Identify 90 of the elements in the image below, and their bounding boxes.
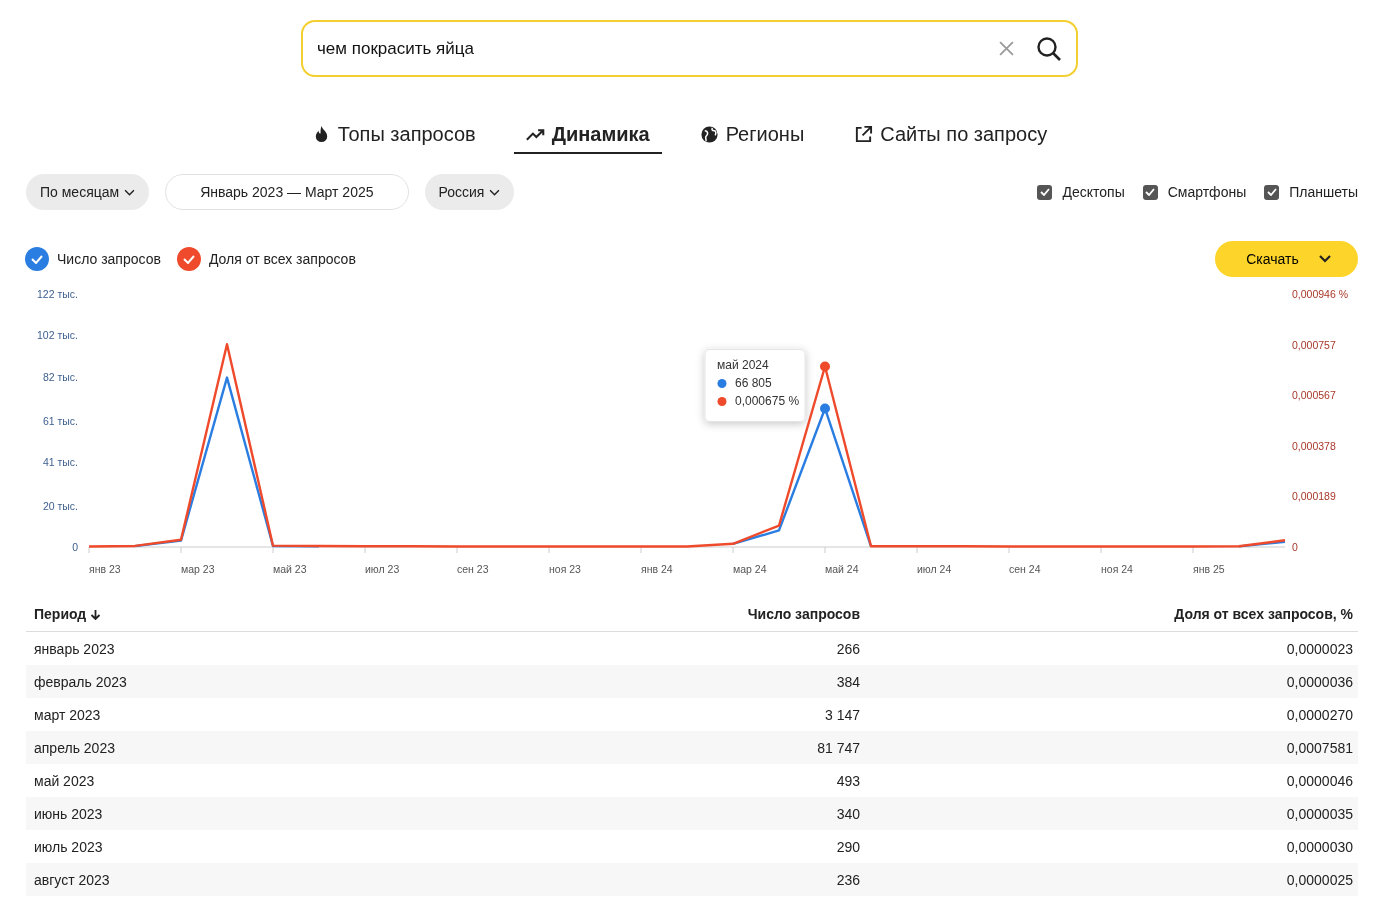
table-cell: 0,0007581 [865,731,1358,764]
x-axis-label: янв 25 [1193,563,1225,575]
x-axis-label: сен 23 [457,563,489,575]
x-axis-label: янв 23 [89,563,121,575]
x-axis-label: мар 23 [181,563,215,575]
y-axis-label: 61 тыс. [42,414,78,427]
x-axis-label: ноя 24 [1101,563,1133,575]
y-axis-label: 0,000757 [1292,338,1336,351]
table-cell: 384 [567,665,865,698]
external-link-icon [854,125,874,144]
y-axis-label: 0 [1292,541,1298,553]
table-cell: март 2023 [26,698,567,731]
search-bar[interactable]: чем покрасить яйца [301,20,1078,77]
x-axis-label: май 23 [273,563,307,575]
table-cell: 340 [567,797,865,830]
dropdown[interactable]: Россия [424,174,515,210]
table-cell: июль 2023 [26,830,567,863]
y-axis-label: 20 тыс. [42,499,78,512]
hover-marker [820,403,830,414]
tab[interactable]: Регионы [687,119,817,154]
checkbox[interactable] [1264,184,1280,200]
column-header[interactable]: Число запросов [567,597,865,632]
y-axis-label: 0,000378 [1292,439,1336,452]
check-icon [31,254,43,264]
table-cell: апрель 2023 [26,731,567,764]
table-cell: 0,0000046 [865,764,1358,797]
search-icon[interactable] [1036,35,1062,62]
y-axis-label: 122 тыс. [37,288,78,300]
chevron-down-icon [489,188,501,196]
x-axis-label: май 24 [825,563,859,575]
chevron-down-icon [1318,255,1331,263]
table-cell: 81 747 [567,731,865,764]
hover-marker [820,361,830,372]
y-axis-label: 0,000946 % [1292,288,1349,300]
clear-icon[interactable] [999,41,1014,56]
sort-down-icon[interactable] [90,608,102,620]
table-cell: 0,0000025 [865,863,1358,896]
y-axis-label: 0,000567 [1292,389,1336,402]
table-cell: 0,0000023 [865,631,1358,665]
y-axis-label: 0 [72,541,78,553]
tab[interactable]: Сайты по запросу [842,119,1060,154]
checkbox-label: Смартфоны [1167,184,1247,200]
y-axis-label: 0,000189 [1292,490,1336,503]
column-header[interactable]: Доля от всех запросов, % [865,597,1358,632]
x-axis-label: июл 24 [917,563,952,575]
legend-label: Доля от всех запросов [208,251,356,267]
column-header[interactable]: Период [26,597,567,632]
globe-icon [699,125,719,144]
checkbox-label: Десктопы [1062,184,1125,200]
table-cell: 290 [567,830,865,863]
chevron-down-icon [124,188,136,196]
table-cell: май 2023 [26,764,567,797]
tooltip-value: 0,000675 % [735,394,800,409]
y-axis-label: 102 тыс. [37,329,78,342]
table-cell: 266 [567,631,865,665]
y-axis-label: 41 тыс. [42,456,78,468]
x-axis-label: сен 24 [1009,563,1041,575]
tooltip-title: май 2024 [717,358,769,373]
table-cell: август 2023 [26,863,567,896]
table-cell: 3 147 [567,698,865,731]
checkbox[interactable] [1142,184,1158,200]
x-axis-label: ноя 23 [549,563,581,575]
table-cell: февраль 2023 [26,665,567,698]
table-cell: январь 2023 [26,631,567,665]
legend-checkbox[interactable] [176,247,201,271]
table-cell: 0,0000270 [865,698,1358,731]
tab[interactable]: Топы запросов [299,119,488,154]
series-dot [717,397,727,406]
x-axis-label: июл 23 [365,563,400,575]
dropdown[interactable]: По месяцам [26,174,150,210]
table-cell: июнь 2023 [26,797,567,830]
legend-label: Число запросов [57,251,161,267]
date-range-field[interactable]: Январь 2023 — Март 2025 [165,174,409,210]
x-axis-label: мар 24 [733,563,767,575]
table-cell: 0,0000030 [865,830,1358,863]
table-cell: 0,0000036 [865,665,1358,698]
legend-checkbox[interactable] [25,247,49,271]
table-cell: 493 [567,764,865,797]
tab[interactable]: Динамика [513,119,662,154]
tooltip-value: 66 805 [735,376,772,391]
y-axis-label: 82 тыс. [42,370,78,383]
table-cell: 236 [567,863,865,896]
x-axis-label: янв 24 [641,563,673,575]
table-cell: 0,0000035 [865,797,1358,830]
checkbox-label: Планшеты [1289,184,1358,200]
check-icon [182,254,195,264]
search-field[interactable]: чем покрасить яйца [315,37,999,60]
checkbox[interactable] [1037,184,1053,200]
download-button[interactable]: Скачать [1215,241,1358,277]
series-dot [717,379,727,388]
